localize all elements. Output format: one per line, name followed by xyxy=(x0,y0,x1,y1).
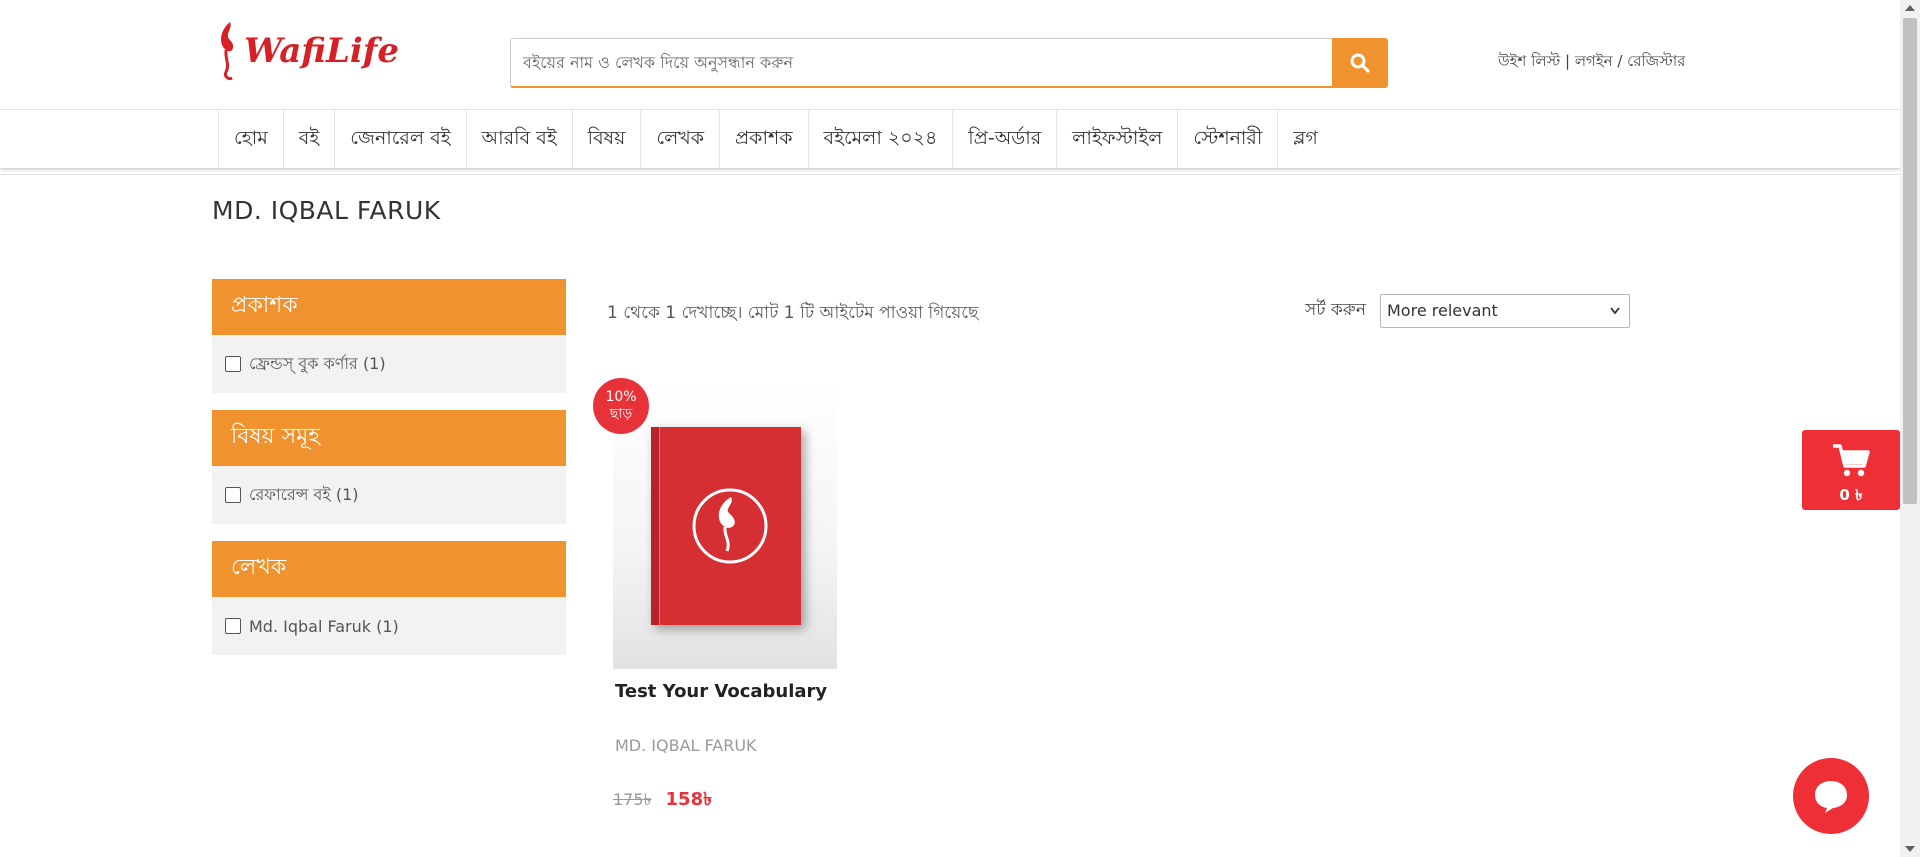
product-card[interactable]: Test Your Vocabulary MD. IQBAL FARUK 175… xyxy=(613,381,837,816)
filter-option-label: রেফারেন্স বই (1) xyxy=(249,484,359,504)
filter-option[interactable]: ফ্রেন্ডস্ বুক কর্ণার (1) xyxy=(212,335,566,393)
wafilife-logo[interactable]: WafiLife xyxy=(216,20,399,82)
page-scrollbar[interactable] xyxy=(1900,0,1920,857)
book-cover xyxy=(651,427,801,625)
filter-heading: বিষয় সমূহ xyxy=(212,410,566,466)
account-separator: / xyxy=(1612,52,1628,70)
filter-checkbox[interactable] xyxy=(225,487,241,503)
product-title[interactable]: Test Your Vocabulary xyxy=(613,681,837,702)
account-links: উইশ লিস্ট | লগইন / রেজিস্টার xyxy=(1498,50,1685,75)
search-icon xyxy=(1350,53,1370,73)
filter-checkbox[interactable] xyxy=(225,618,241,634)
wishlist-link[interactable]: উইশ লিস্ট xyxy=(1498,52,1560,70)
nav-item-book-fair[interactable]: বইমেলা ২০২৪ xyxy=(809,110,954,168)
floating-cart-button[interactable]: 0 ৳ xyxy=(1802,430,1900,510)
nav-item-general-books[interactable]: জেনারেল বই xyxy=(335,110,467,168)
nav-item-arabic-books[interactable]: আরবি বই xyxy=(467,110,573,168)
product-author[interactable]: MD. IQBAL FARUK xyxy=(613,736,837,755)
nav-item-home[interactable]: হোম xyxy=(219,110,284,168)
scroll-down-arrow[interactable] xyxy=(1905,846,1915,852)
filter-checkbox[interactable] xyxy=(225,356,241,372)
scroll-up-arrow[interactable] xyxy=(1905,5,1915,11)
cart-total: 0 ৳ xyxy=(1839,486,1863,504)
nav-item-authors[interactable]: লেখক xyxy=(641,110,720,168)
search-bar xyxy=(510,38,1388,88)
logo-text: WafiLife xyxy=(244,31,400,71)
cart-icon xyxy=(1833,444,1870,477)
filter-option-label: ফ্রেন্ডস্ বুক কর্ণার (1) xyxy=(249,353,386,373)
divider xyxy=(0,174,1900,175)
filter-subject: বিষয় সমূহ রেফারেন্স বই (1) xyxy=(212,410,566,524)
filter-option-label: Md. Iqbal Faruk (1) xyxy=(249,616,399,636)
login-link[interactable]: লগইন xyxy=(1575,52,1613,70)
original-price: 175৳ xyxy=(613,790,652,809)
discount-percent: 10% xyxy=(605,389,637,405)
filter-author: লেখক Md. Iqbal Faruk (1) xyxy=(212,541,566,655)
product-price: 175৳ 158৳ xyxy=(613,785,837,816)
site-header: WafiLife উইশ লিস্ট | লগইন / রেজিস্টার xyxy=(0,0,1900,108)
search-input[interactable] xyxy=(511,39,1332,86)
nav-item-stationery[interactable]: স্টেশনারী xyxy=(1178,110,1279,168)
chevron-down-icon xyxy=(1609,295,1621,338)
sort-label: সর্ট করুন xyxy=(1305,300,1366,320)
nav-item-publishers[interactable]: প্রকাশক xyxy=(720,110,809,168)
nav-item-lifestyle[interactable]: লাইফস্টাইল xyxy=(1057,110,1179,168)
filter-heading: প্রকাশক xyxy=(212,279,566,335)
scroll-thumb[interactable] xyxy=(1903,18,1917,504)
discount-label: ছাড় xyxy=(609,406,633,422)
page-title: MD. IQBAL FARUK xyxy=(212,196,441,225)
filter-option[interactable]: রেফারেন্স বই (1) xyxy=(212,466,566,524)
filter-option[interactable]: Md. Iqbal Faruk (1) xyxy=(212,597,566,655)
discount-price: 158৳ xyxy=(665,789,713,810)
quill-logo-icon xyxy=(221,22,234,80)
product-image[interactable] xyxy=(613,381,837,669)
filter-publisher: প্রকাশক ফ্রেন্ডস্ বুক কর্ণার (1) xyxy=(212,279,566,393)
account-separator: | xyxy=(1560,52,1575,70)
results-count: 1 থেকে 1 দেখাচ্ছে। মোট 1 টি আইটেম পাওয়া… xyxy=(607,303,979,323)
nav-item-blog[interactable]: ব্লগ xyxy=(1278,110,1333,168)
filter-heading: লেখক xyxy=(212,541,566,597)
chat-button[interactable] xyxy=(1793,758,1869,834)
nav-item-pre-order[interactable]: প্রি-অর্ডার xyxy=(953,110,1058,168)
register-link[interactable]: রেজিস্টার xyxy=(1627,52,1685,70)
discount-badge: 10% ছাড় xyxy=(593,378,649,434)
main-navigation: হোম বই জেনারেল বই আরবি বই বিষয় লেখক প্র… xyxy=(0,109,1900,168)
chat-icon xyxy=(1815,781,1847,813)
nav-item-books[interactable]: বই xyxy=(284,110,336,168)
sort-selected-value: More relevant xyxy=(1387,301,1498,320)
quill-emblem-icon xyxy=(692,488,768,564)
nav-item-subjects[interactable]: বিষয় xyxy=(573,110,642,168)
sort-select[interactable]: More relevant xyxy=(1380,294,1630,328)
search-button[interactable] xyxy=(1332,38,1388,88)
